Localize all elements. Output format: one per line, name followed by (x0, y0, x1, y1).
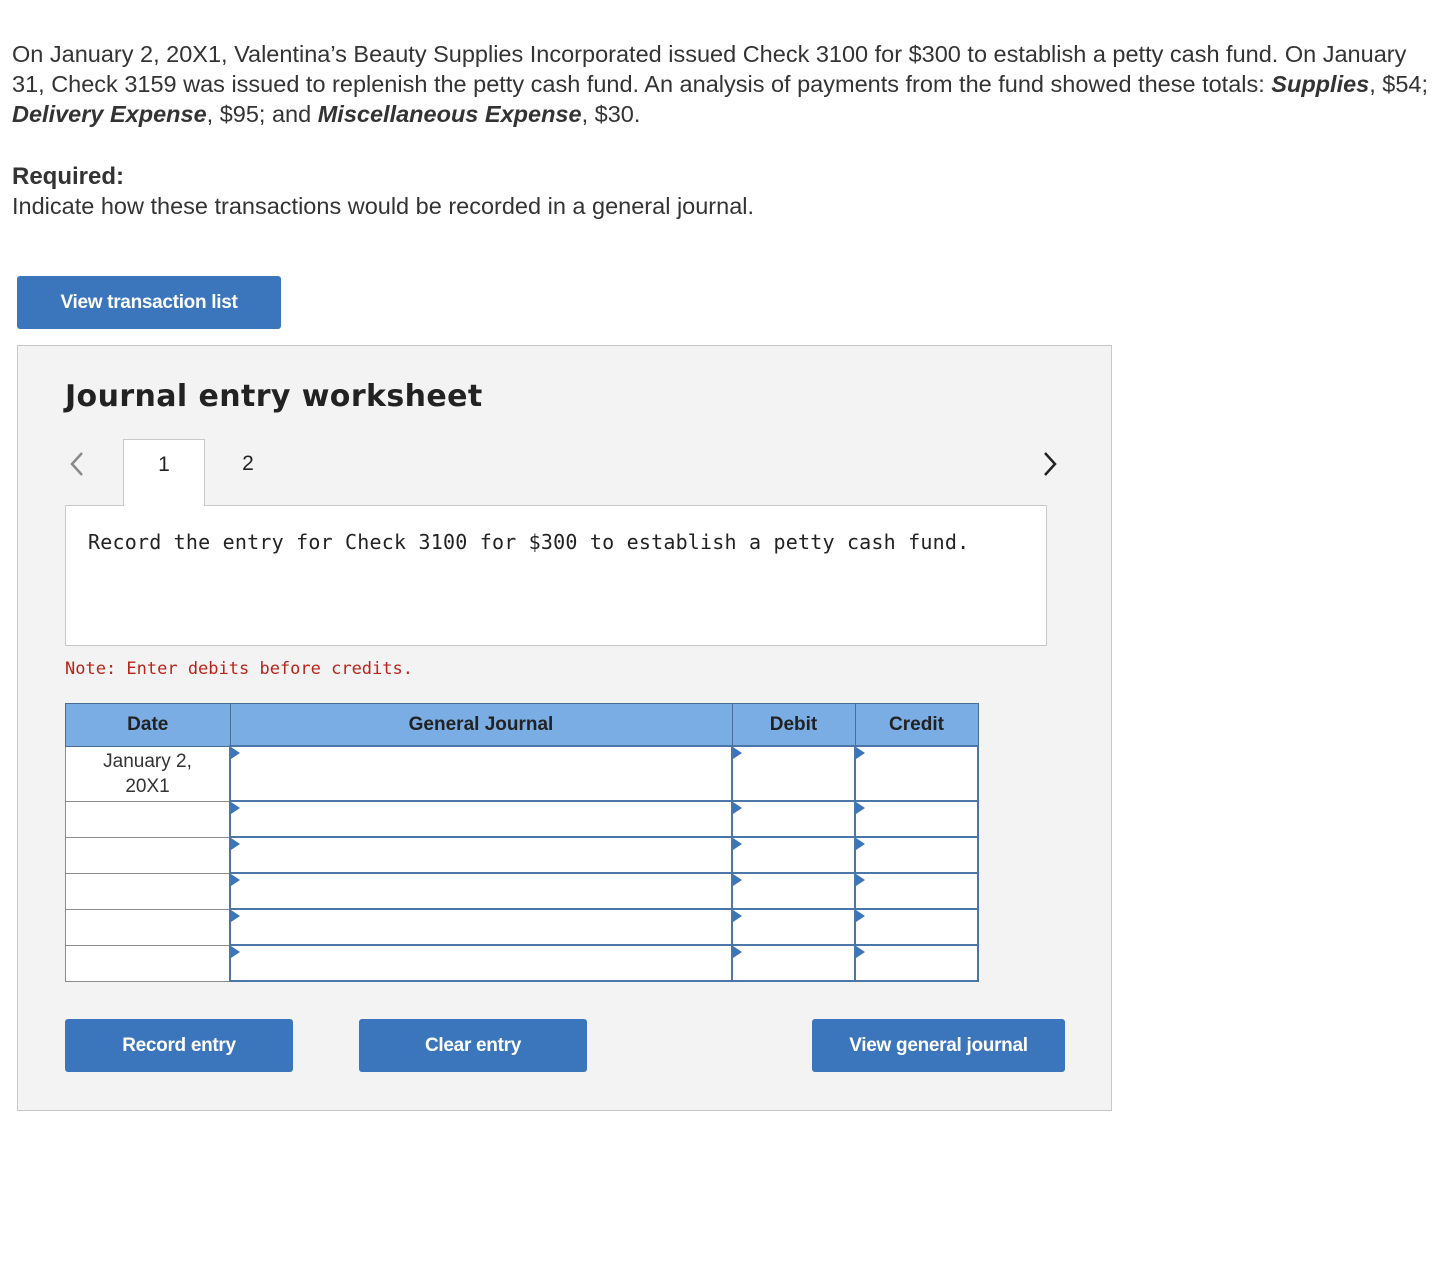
credit-input-cell[interactable] (854, 944, 979, 982)
chevron-right-icon[interactable] (1035, 446, 1065, 482)
debit-input-cell[interactable] (731, 745, 856, 802)
account-input[interactable] (231, 946, 731, 980)
entry-prompt: Record the entry for Check 3100 for $300… (88, 530, 970, 554)
account-dropdown[interactable] (229, 800, 733, 838)
required-heading: Required: (12, 163, 125, 190)
date-cell (65, 836, 231, 874)
table-row (65, 944, 979, 982)
table-row (65, 872, 979, 910)
account-dropdown[interactable] (229, 872, 733, 910)
credit-input[interactable] (856, 910, 977, 944)
entry-prompt-box: Record the entry for Check 3100 for $300… (65, 505, 1047, 646)
credit-input-cell[interactable] (854, 872, 979, 910)
credit-input[interactable] (856, 747, 977, 800)
date-cell (65, 872, 231, 910)
debit-input[interactable] (733, 946, 854, 980)
tab-1[interactable]: 1 (123, 439, 205, 506)
credit-input-cell[interactable] (854, 836, 979, 874)
table-row (65, 836, 979, 874)
date-cell: January 2, 20X1 (65, 745, 231, 802)
table-row (65, 908, 979, 946)
account-input[interactable] (231, 838, 731, 872)
amount-supplies: , $54; (1369, 71, 1429, 97)
amount-delivery-expense: , $95; and (206, 101, 318, 127)
debit-input-cell[interactable] (731, 944, 856, 982)
account-input[interactable] (231, 747, 731, 800)
debit-input[interactable] (733, 747, 854, 800)
credit-input[interactable] (856, 802, 977, 836)
account-dropdown[interactable] (229, 836, 733, 874)
account-supplies: Supplies (1271, 71, 1370, 97)
credit-input[interactable] (856, 874, 977, 908)
general-journal-header: General Journal (229, 703, 733, 747)
date-cell (65, 800, 231, 838)
debit-input-cell[interactable] (731, 908, 856, 946)
chevron-left-icon[interactable] (62, 446, 92, 482)
account-dropdown[interactable] (229, 745, 733, 802)
account-dropdown[interactable] (229, 908, 733, 946)
date-line-2: 20X1 (125, 775, 170, 797)
date-header: Date (65, 703, 231, 747)
tab-2[interactable]: 2 (207, 439, 289, 505)
account-misc-expense: Miscellaneous Expense (317, 101, 582, 127)
debit-input[interactable] (733, 838, 854, 872)
account-input[interactable] (231, 910, 731, 944)
date-cell (65, 944, 231, 982)
tab-2-label: 2 (242, 452, 254, 475)
clear-entry-button[interactable]: Clear entry (359, 1019, 587, 1072)
credit-input-cell[interactable] (854, 745, 979, 802)
debit-input[interactable] (733, 910, 854, 944)
debit-input-cell[interactable] (731, 836, 856, 874)
journal-table: Date General Journal Debit Credit Januar… (65, 703, 979, 982)
debit-input-cell[interactable] (731, 872, 856, 910)
amount-misc-expense: , $30. (581, 101, 641, 127)
table-row (65, 800, 979, 838)
credit-input-cell[interactable] (854, 800, 979, 838)
problem-text: On January 2, 20X1, Valentina’s Beauty S… (12, 41, 1407, 97)
date-cell (65, 908, 231, 946)
worksheet-title: Journal entry worksheet (65, 379, 483, 414)
account-dropdown[interactable] (229, 944, 733, 982)
table-row: January 2, 20X1 (65, 745, 979, 802)
credit-input-cell[interactable] (854, 908, 979, 946)
date-line-1: January 2, (103, 750, 192, 772)
credit-input[interactable] (856, 946, 977, 980)
problem-statement: On January 2, 20X1, Valentina’s Beauty S… (12, 39, 1432, 129)
tab-1-label: 1 (158, 453, 170, 476)
account-input[interactable] (231, 802, 731, 836)
account-delivery-expense: Delivery Expense (12, 101, 207, 127)
view-general-journal-button[interactable]: View general journal (812, 1019, 1065, 1072)
view-transaction-list-button[interactable]: View transaction list (17, 276, 281, 329)
journal-entry-worksheet: Journal entry worksheet 1 2 Record the e… (17, 345, 1112, 1111)
record-entry-button[interactable]: Record entry (65, 1019, 293, 1072)
debit-input[interactable] (733, 802, 854, 836)
required-text: Indicate how these transactions would be… (12, 193, 755, 219)
debit-input-cell[interactable] (731, 800, 856, 838)
credit-input[interactable] (856, 838, 977, 872)
debit-input[interactable] (733, 874, 854, 908)
entry-note: Note: Enter debits before credits. (65, 659, 413, 679)
credit-header: Credit (854, 703, 979, 747)
account-input[interactable] (231, 874, 731, 908)
debit-header: Debit (731, 703, 856, 747)
